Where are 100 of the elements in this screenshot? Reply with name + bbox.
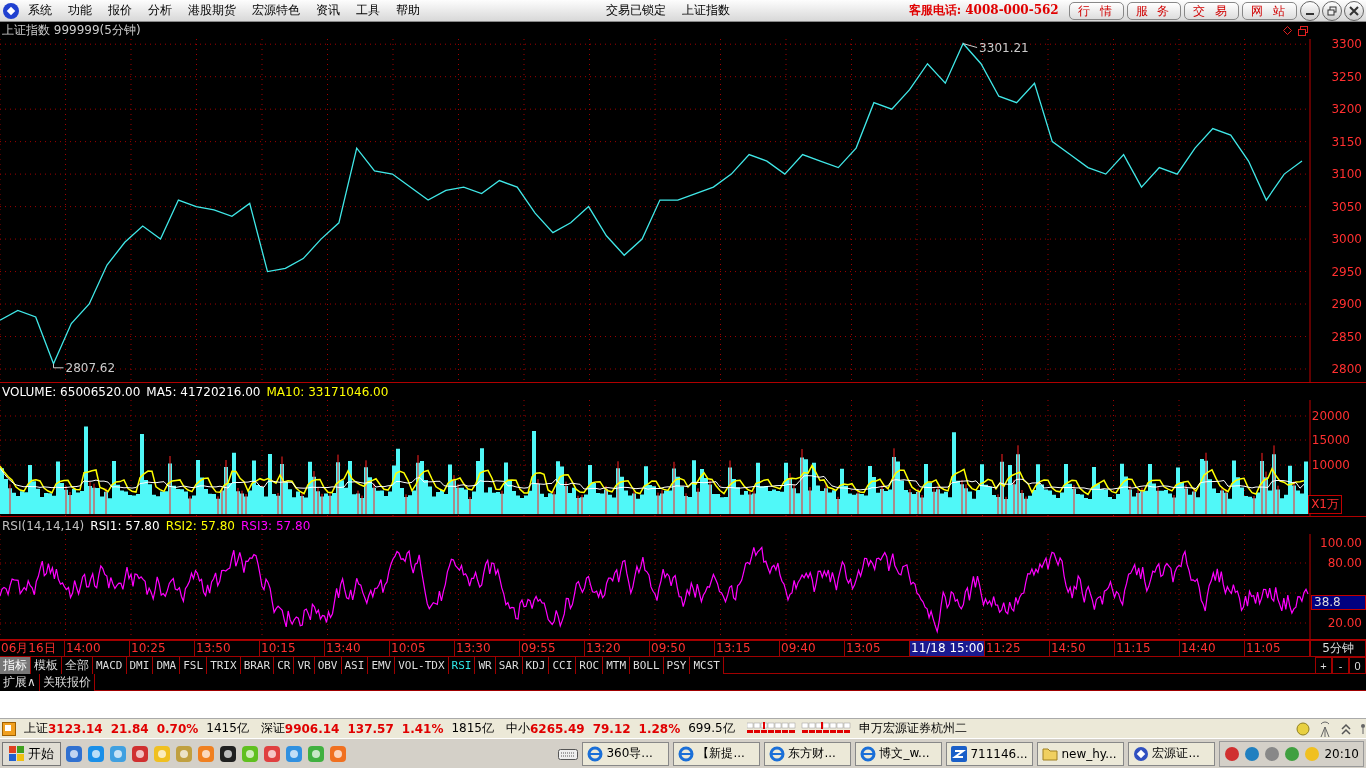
indicator-tab[interactable]: PSY: [663, 657, 691, 674]
nav-button[interactable]: 交 易: [1184, 1, 1240, 20]
indicator-tab[interactable]: RSI: [448, 657, 476, 674]
index-name: 上证: [24, 720, 48, 737]
restore-icon[interactable]: [1298, 25, 1308, 36]
nav-button[interactable]: 服 务: [1126, 1, 1182, 20]
axis-label: 20.00: [1327, 616, 1362, 630]
indicator-tab[interactable]: KDJ: [522, 657, 550, 674]
indicator-tab[interactable]: BRAR: [240, 657, 275, 674]
close-button[interactable]: [1344, 0, 1364, 21]
index-change: 137.57: [347, 721, 394, 736]
current-value: 38.8: [1311, 595, 1366, 610]
taskbar-button[interactable]: new_hy...: [1037, 741, 1125, 766]
indicator-tab[interactable]: OBV: [314, 657, 342, 674]
keyboard-icon[interactable]: [558, 746, 579, 761]
tray-icon[interactable]: [1244, 745, 1261, 762]
legend-label: RSI(14,14,14): [2, 518, 85, 533]
start-button[interactable]: 开始: [2, 741, 61, 766]
minimize-icon: [1306, 12, 1314, 15]
menu-item[interactable]: 分析: [140, 2, 180, 19]
diamond-icon[interactable]: [1283, 26, 1292, 35]
indicator-tab[interactable]: CR: [274, 657, 295, 674]
hotline-text: 客服电话: 4008-000-562: [908, 2, 1059, 19]
zoom-button[interactable]: +: [1315, 657, 1332, 674]
zoom-button[interactable]: -: [1332, 657, 1349, 674]
axis-label: 20000: [1311, 409, 1350, 423]
indicator-tab[interactable]: WR: [475, 657, 496, 674]
folder-icon: [1042, 745, 1059, 762]
period-label[interactable]: 5分钟: [1310, 640, 1366, 657]
nav-button[interactable]: 行 情: [1068, 1, 1124, 20]
index-value: 9906.14: [284, 721, 340, 736]
index-percent: 0.70%: [156, 721, 199, 736]
legend-label: RSI2: 57.80: [165, 518, 235, 533]
pin-icon[interactable]: [1360, 721, 1366, 736]
browser-icon: [860, 745, 877, 762]
browser-icon: [769, 745, 786, 762]
mode-tab[interactable]: 指标: [0, 657, 31, 674]
legend-label: RSI3: 57.80: [241, 518, 311, 533]
indicator-tab[interactable]: DMA: [153, 657, 181, 674]
indicator-tab[interactable]: BOLL: [630, 657, 664, 674]
legend-label: MA5: 41720216.00: [146, 384, 261, 399]
nav-button[interactable]: 网 站: [1242, 1, 1297, 20]
clock: 20:10: [1324, 746, 1359, 761]
tray-icon[interactable]: [1264, 745, 1281, 762]
indicator-tab[interactable]: TRIX: [207, 657, 241, 674]
indicator-tab[interactable]: ROC: [576, 657, 604, 674]
time-label: 11/18 15:00: [910, 640, 985, 657]
tray-icon[interactable]: [1224, 745, 1241, 762]
indicator-tab[interactable]: MACD: [93, 657, 127, 674]
lock-status: 交易已锁定: [605, 2, 668, 19]
legend-label: VOLUME: 65006520.00: [2, 384, 141, 399]
index-change: 79.12: [592, 721, 631, 736]
menu-item[interactable]: 功能: [60, 2, 100, 19]
browser-icon: [678, 745, 695, 762]
antenna-icon[interactable]: [1318, 720, 1332, 737]
indicator-tab[interactable]: CCI: [549, 657, 577, 674]
browser-icon: [587, 745, 604, 762]
indicator-tab[interactable]: VOL-TDX: [395, 657, 449, 674]
double-up-arrow-icon[interactable]: [1340, 721, 1352, 736]
taskbar-button[interactable]: 宏源证...: [1128, 741, 1216, 766]
app-icon: [951, 745, 968, 762]
chart-title: 上证指数 999999(5分钟): [2, 22, 141, 39]
tray-icon[interactable]: [1284, 745, 1301, 762]
panel-tab[interactable]: 关联报价: [39, 674, 95, 691]
axis-label: 80.00: [1327, 556, 1362, 570]
menu-item[interactable]: 帮助: [388, 2, 428, 19]
mode-tab[interactable]: 模板: [31, 657, 62, 674]
taskbar-button[interactable]: 博文_w...: [855, 741, 943, 766]
indicator-tab[interactable]: ASI: [341, 657, 369, 674]
taskbar-button[interactable]: 东方财...: [764, 741, 852, 766]
menu-item[interactable]: 报价: [100, 2, 140, 19]
minimize-button[interactable]: [1300, 0, 1320, 21]
quick-launch-icon[interactable]: [219, 744, 237, 763]
menu-item[interactable]: 资讯: [308, 2, 348, 19]
indicator-tab[interactable]: MTM: [603, 657, 631, 674]
indicator-tab[interactable]: SAR: [495, 657, 523, 674]
close-icon: [1349, 5, 1359, 16]
menu-item[interactable]: 系统: [20, 2, 60, 19]
mode-tab[interactable]: 全部: [62, 657, 93, 674]
window-icon[interactable]: [2, 721, 16, 736]
indicator-tab[interactable]: EMV: [368, 657, 396, 674]
indicator-tab[interactable]: MCST: [690, 657, 724, 674]
menu-item[interactable]: 工具: [348, 2, 388, 19]
coin-icon[interactable]: [1296, 721, 1310, 736]
broker-name: 申万宏源证券杭州二: [858, 720, 967, 737]
indicator-tab[interactable]: DMI: [126, 657, 154, 674]
taskbar-button[interactable]: 360导...: [582, 741, 670, 766]
menu-item[interactable]: 宏源特色: [244, 2, 308, 19]
zoom-button[interactable]: 0: [1349, 657, 1366, 674]
index-change: 21.84: [110, 721, 149, 736]
index-turnover: 1815亿: [451, 720, 494, 737]
axis-label: 100.00: [1320, 536, 1362, 550]
taskbar-button[interactable]: 711146...: [946, 741, 1034, 766]
indicator-tab[interactable]: FSL: [180, 657, 208, 674]
restore-button[interactable]: [1322, 0, 1342, 21]
taskbar-button[interactable]: 【新提...: [673, 741, 761, 766]
menu-item[interactable]: 港股期货: [180, 2, 244, 19]
price-axis: 2800 2850 2900 2950 3000 3050 3100 3150 3200 3250 3300: [1331, 39, 1362, 376]
panel-tab[interactable]: 扩展∧: [0, 674, 40, 691]
indicator-tab[interactable]: VR: [294, 657, 315, 674]
